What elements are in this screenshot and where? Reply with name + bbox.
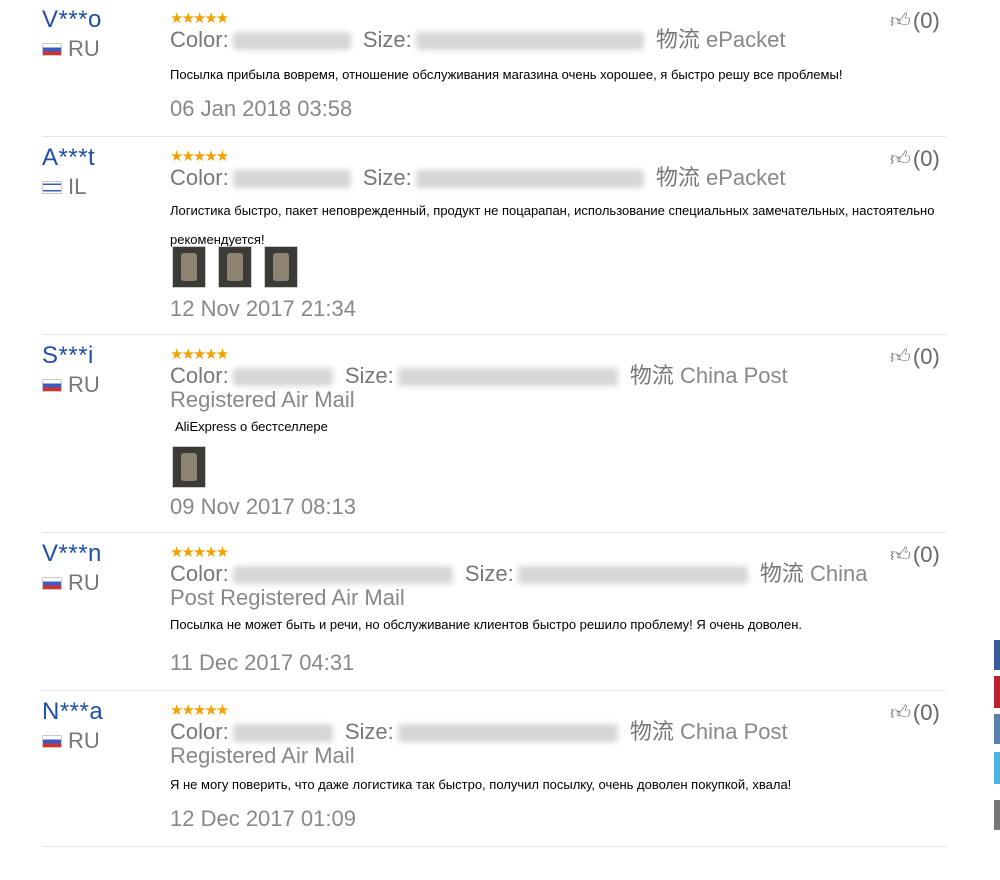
review-item: V***o RU ★★★★★ 👍︎ (0) Color: Size: 物流 eP…	[0, 0, 1000, 136]
shipping-label: 物流	[629, 719, 674, 744]
review-photos	[172, 446, 206, 488]
country-code: RU	[68, 570, 100, 595]
reviewer-country: RU	[42, 570, 100, 596]
review-item: N***a RU ★★★★★ 👍︎ (0) Color: Size: 物流 Ch…	[0, 692, 1000, 848]
shipping-label: 物流	[759, 561, 804, 586]
color-value-blurred	[232, 724, 333, 743]
pinterest-share-button[interactable]	[994, 676, 1000, 708]
review-photos	[172, 246, 298, 288]
rating-stars: ★★★★★	[170, 346, 229, 363]
review-item: A***t IL ★★★★★ 👍︎ (0) Color: Size: 物流 eP…	[0, 138, 1000, 334]
reviewer-name[interactable]: S***i	[42, 342, 94, 370]
twitter-share-button[interactable]	[994, 752, 1000, 784]
like-count: (0)	[912, 344, 940, 369]
review-text: AliExpress о бестселлере	[175, 419, 328, 434]
like-button[interactable]: 👍︎ (0)	[890, 344, 940, 370]
review-date: 09 Nov 2017 08:13	[170, 494, 356, 519]
vk-share-button[interactable]	[994, 714, 1000, 744]
shipping-method: ePacket	[706, 27, 786, 52]
size-value-blurred	[397, 368, 618, 387]
facebook-share-button[interactable]	[994, 640, 1000, 670]
like-count: (0)	[912, 700, 940, 725]
thumbs-up-icon[interactable]: 👍︎	[890, 701, 911, 725]
order-info: Color: Size: 物流 China Post Registered Ai…	[170, 364, 870, 412]
size-value-blurred	[415, 170, 644, 189]
color-value-blurred	[232, 32, 351, 51]
color-label: Color:	[170, 561, 229, 586]
russia-flag-icon	[42, 42, 62, 56]
review-text: Посылка не может быть и речи, но обслужи…	[170, 617, 803, 632]
like-count: (0)	[912, 542, 940, 567]
color-value-blurred	[232, 566, 453, 585]
order-info: Color: Size: 物流 China Post Registered Ai…	[170, 562, 910, 610]
review-date: 11 Dec 2017 04:31	[170, 650, 355, 675]
color-value-blurred	[232, 170, 351, 189]
divider	[42, 690, 946, 691]
reviewer-name[interactable]: V***o	[42, 6, 102, 34]
review-photo[interactable]	[172, 446, 206, 488]
rating-stars: ★★★★★	[170, 544, 229, 561]
review-photo[interactable]	[172, 246, 206, 288]
size-label: Size:	[344, 719, 394, 744]
reviewer-name[interactable]: N***a	[42, 698, 103, 726]
color-label: Color:	[170, 363, 229, 388]
like-count: (0)	[912, 8, 940, 33]
country-code: RU	[68, 36, 100, 61]
shipping-label: 物流	[629, 363, 674, 388]
review-date: 12 Nov 2017 21:34	[170, 296, 356, 321]
order-info: Color: Size: 物流 China Post Registered Ai…	[170, 720, 870, 768]
rating-stars: ★★★★★	[170, 702, 229, 719]
shipping-method: ePacket	[706, 165, 786, 190]
size-label: Size:	[464, 561, 514, 586]
divider	[42, 846, 946, 847]
review-date: 06 Jan 2018 03:58	[170, 96, 353, 121]
reviewer-name[interactable]: V***n	[42, 540, 102, 568]
country-code: RU	[68, 372, 100, 397]
thumbs-up-icon[interactable]: 👍︎	[890, 345, 911, 369]
color-label: Color:	[170, 719, 229, 744]
review-text: Я не могу поверить, что даже логистика т…	[170, 777, 792, 792]
shipping-label: 物流	[655, 165, 700, 190]
size-label: Size:	[362, 165, 412, 190]
country-code: RU	[68, 728, 100, 753]
size-label: Size:	[362, 27, 412, 52]
russia-flag-icon	[42, 576, 62, 590]
divider	[42, 532, 946, 533]
shipping-label: 物流	[655, 27, 700, 52]
reviewer-country: IL	[42, 174, 86, 200]
russia-flag-icon	[42, 734, 62, 748]
russia-flag-icon	[42, 378, 62, 392]
order-info: Color: Size: 物流 ePacket	[170, 166, 910, 190]
rating-stars: ★★★★★	[170, 10, 229, 27]
divider	[42, 334, 946, 335]
size-value-blurred	[517, 566, 748, 585]
review-text: Посылка прибыла вовремя, отношение обслу…	[170, 67, 843, 82]
more-share-button[interactable]	[994, 800, 1000, 830]
review-date: 12 Dec 2017 01:09	[170, 806, 356, 831]
color-label: Color:	[170, 27, 229, 52]
reviewer-name[interactable]: A***t	[42, 144, 95, 172]
reviewer-country: RU	[42, 372, 100, 398]
color-value-blurred	[232, 368, 333, 387]
like-count: (0)	[912, 146, 940, 171]
divider	[42, 136, 946, 137]
review-photo[interactable]	[264, 246, 298, 288]
like-button[interactable]: 👍︎ (0)	[890, 700, 940, 726]
israel-flag-icon	[42, 180, 62, 194]
order-info: Color: Size: 物流 ePacket	[170, 28, 910, 52]
review-photo[interactable]	[218, 246, 252, 288]
size-value-blurred	[415, 32, 644, 51]
size-label: Size:	[344, 363, 394, 388]
color-label: Color:	[170, 165, 229, 190]
review-item: S***i RU ★★★★★ 👍︎ (0) Color: Size: 物流 Ch…	[0, 336, 1000, 532]
country-code: IL	[68, 174, 87, 199]
reviewer-country: RU	[42, 728, 100, 754]
rating-stars: ★★★★★	[170, 148, 229, 165]
reviewer-country: RU	[42, 36, 100, 62]
size-value-blurred	[397, 724, 618, 743]
review-item: V***n RU ★★★★★ 👍︎ (0) Color: Size: 物流 Ch…	[0, 534, 1000, 690]
